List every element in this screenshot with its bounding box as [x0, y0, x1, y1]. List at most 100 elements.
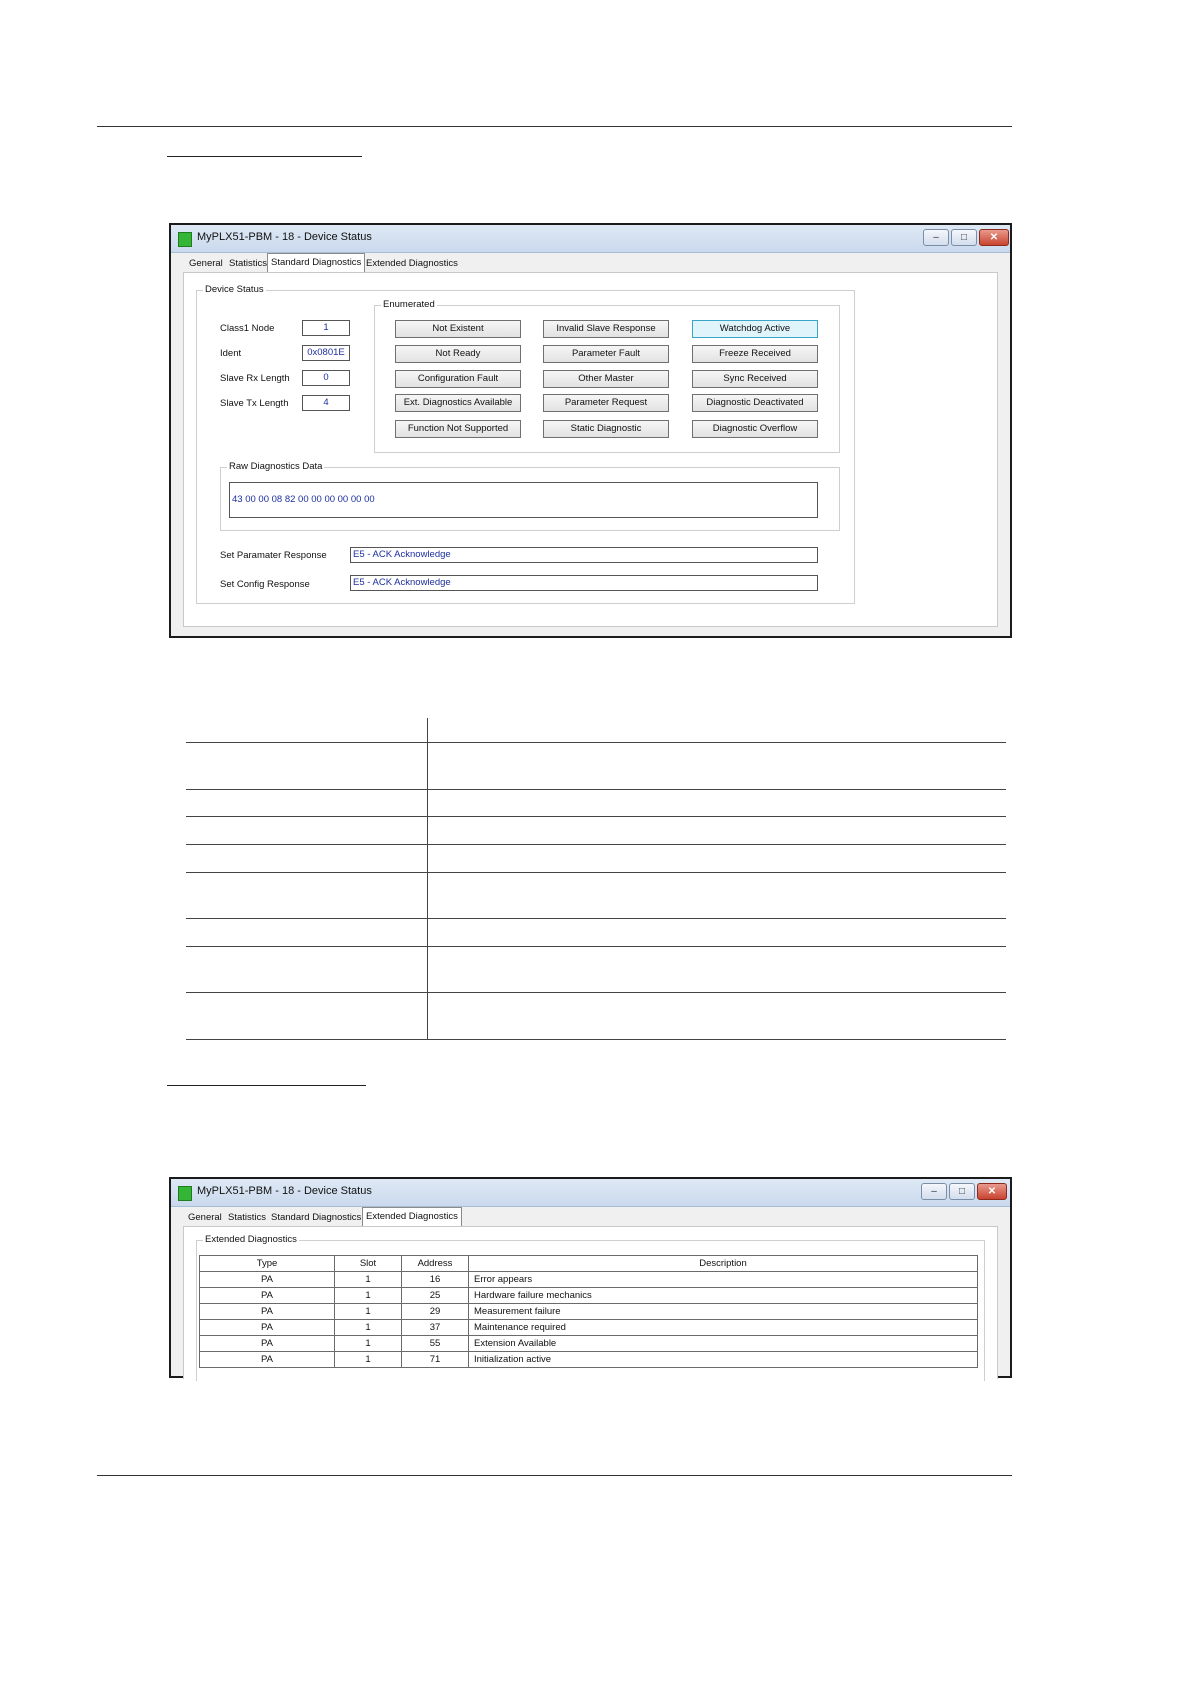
- address-cell: 29: [401, 1303, 469, 1320]
- type-cell: PA: [199, 1271, 335, 1288]
- table-row[interactable]: PA 1 37 Maintenance required: [199, 1319, 978, 1336]
- parameter-table: [186, 718, 1006, 1040]
- tab-extended-diagnostics[interactable]: Extended Diagnostics: [363, 255, 461, 272]
- column-header-description[interactable]: Description: [468, 1255, 978, 1272]
- table-row: [186, 992, 1006, 1040]
- app-icon: [178, 1186, 192, 1201]
- set-config-response-label: Set Config Response: [220, 579, 310, 590]
- tab-panel: Device Status Class1 Node 1 Ident 0x0801…: [183, 272, 998, 627]
- header-rule: [97, 126, 1012, 127]
- flag-parameter-request[interactable]: Parameter Request: [543, 394, 669, 412]
- tab-general[interactable]: General: [186, 255, 226, 272]
- maximize-icon[interactable]: □: [949, 1183, 975, 1200]
- close-icon[interactable]: ✕: [979, 229, 1009, 246]
- column-header-type[interactable]: Type: [199, 1255, 335, 1272]
- type-cell: PA: [199, 1335, 335, 1352]
- description-cell: Maintenance required: [468, 1319, 978, 1336]
- raw-diagnostics-field[interactable]: 43 00 00 08 82 00 00 00 00 00 00: [229, 482, 818, 518]
- slot-cell: 1: [334, 1335, 402, 1352]
- footer-rule: [97, 1475, 1012, 1476]
- flag-other-master[interactable]: Other Master: [543, 370, 669, 388]
- tab-general[interactable]: General: [185, 1209, 225, 1226]
- address-cell: 37: [401, 1319, 469, 1336]
- flag-sync-received[interactable]: Sync Received: [692, 370, 818, 388]
- window-title: MyPLX51-PBM - 18 - Device Status: [197, 231, 372, 243]
- table-row: [186, 816, 1006, 845]
- slot-cell: 1: [334, 1271, 402, 1288]
- flag-static-diagnostic[interactable]: Static Diagnostic: [543, 420, 669, 438]
- enumerated-group: Enumerated Not Existent Invalid Slave Re…: [374, 299, 840, 453]
- device-status-label: Device Status: [203, 284, 266, 295]
- description-cell: Initialization active: [468, 1351, 978, 1368]
- set-config-response-field[interactable]: E5 - ACK Acknowledge: [350, 575, 818, 591]
- flag-not-ready[interactable]: Not Ready: [395, 345, 521, 363]
- column-header-slot[interactable]: Slot: [334, 1255, 402, 1272]
- extended-diagnostics-table: Type Slot Address Description PA 1 16 Er…: [199, 1255, 978, 1368]
- section-heading-underline: [167, 1085, 366, 1086]
- set-parameter-response-label: Set Paramater Response: [220, 550, 327, 561]
- flag-function-not-supported[interactable]: Function Not Supported: [395, 420, 521, 438]
- extended-diagnostics-label: Extended Diagnostics: [203, 1234, 299, 1245]
- tab-extended-diagnostics[interactable]: Extended Diagnostics: [362, 1207, 462, 1227]
- slave-rx-length-field[interactable]: 0: [302, 370, 350, 386]
- device-status-window-standard: MyPLX51-PBM - 18 - Device Status – □ ✕ G…: [169, 223, 1012, 638]
- table-row[interactable]: PA 1 29 Measurement failure: [199, 1303, 978, 1320]
- address-cell: 71: [401, 1351, 469, 1368]
- minimize-icon[interactable]: –: [923, 229, 949, 246]
- maximize-icon[interactable]: □: [951, 229, 977, 246]
- app-icon: [178, 232, 192, 247]
- set-parameter-response-field[interactable]: E5 - ACK Acknowledge: [350, 547, 818, 563]
- table-row[interactable]: PA 1 71 Initialization active: [199, 1351, 978, 1368]
- window-titlebar[interactable]: MyPLX51-PBM - 18 - Device Status – □ ✕: [171, 225, 1010, 253]
- ident-field[interactable]: 0x0801E: [302, 345, 350, 361]
- tab-standard-diagnostics[interactable]: Standard Diagnostics: [267, 253, 366, 273]
- tab-standard-diagnostics[interactable]: Standard Diagnostics: [268, 1209, 364, 1226]
- class1-node-field[interactable]: 1: [302, 320, 350, 336]
- slot-cell: 1: [334, 1287, 402, 1304]
- table-row: [186, 844, 1006, 873]
- slot-cell: 1: [334, 1319, 402, 1336]
- type-cell: PA: [199, 1303, 335, 1320]
- flag-freeze-received[interactable]: Freeze Received: [692, 345, 818, 363]
- close-icon[interactable]: ✕: [977, 1183, 1007, 1200]
- device-status-group: Device Status Class1 Node 1 Ident 0x0801…: [196, 284, 855, 604]
- table-row[interactable]: PA 1 55 Extension Available: [199, 1335, 978, 1352]
- tab-statistics[interactable]: Statistics: [225, 1209, 269, 1226]
- flag-watchdog-active[interactable]: Watchdog Active: [692, 320, 818, 338]
- flag-parameter-fault[interactable]: Parameter Fault: [543, 345, 669, 363]
- flag-diagnostic-overflow[interactable]: Diagnostic Overflow: [692, 420, 818, 438]
- slave-rx-length-label: Slave Rx Length: [220, 373, 290, 384]
- description-cell: Extension Available: [468, 1335, 978, 1352]
- flag-invalid-slave-response[interactable]: Invalid Slave Response: [543, 320, 669, 338]
- description-cell: Hardware failure mechanics: [468, 1287, 978, 1304]
- column-header-address[interactable]: Address: [401, 1255, 469, 1272]
- type-cell: PA: [199, 1287, 335, 1304]
- slot-cell: 1: [334, 1351, 402, 1368]
- table-row: [186, 742, 1006, 790]
- table-header-row: Type Slot Address Description: [199, 1255, 978, 1272]
- section-heading-underline: [167, 156, 362, 157]
- table-row[interactable]: PA 1 16 Error appears: [199, 1271, 978, 1288]
- slave-tx-length-field[interactable]: 4: [302, 395, 350, 411]
- slave-tx-length-label: Slave Tx Length: [220, 398, 289, 409]
- description-cell: Measurement failure: [468, 1303, 978, 1320]
- address-cell: 25: [401, 1287, 469, 1304]
- ident-label: Ident: [220, 348, 242, 359]
- flag-configuration-fault[interactable]: Configuration Fault: [395, 370, 521, 388]
- enumerated-label: Enumerated: [381, 299, 437, 310]
- flag-not-existent[interactable]: Not Existent: [395, 320, 521, 338]
- type-cell: PA: [199, 1351, 335, 1368]
- table-row: [186, 946, 1006, 993]
- description-cell: Error appears: [468, 1271, 978, 1288]
- table-row[interactable]: PA 1 25 Hardware failure mechanics: [199, 1287, 978, 1304]
- raw-diagnostics-group: Raw Diagnostics Data 43 00 00 08 82 00 0…: [220, 461, 840, 531]
- tab-statistics[interactable]: Statistics: [226, 255, 270, 272]
- raw-diagnostics-label: Raw Diagnostics Data: [227, 461, 325, 472]
- flag-diagnostic-deactivated[interactable]: Diagnostic Deactivated: [692, 394, 818, 412]
- table-row: [186, 918, 1006, 947]
- table-row: [186, 789, 1006, 817]
- minimize-icon[interactable]: –: [921, 1183, 947, 1200]
- address-cell: 55: [401, 1335, 469, 1352]
- flag-ext-diagnostics-available[interactable]: Ext. Diagnostics Available: [395, 394, 521, 412]
- window-titlebar[interactable]: MyPLX51-PBM - 18 - Device Status – □ ✕: [171, 1179, 1010, 1207]
